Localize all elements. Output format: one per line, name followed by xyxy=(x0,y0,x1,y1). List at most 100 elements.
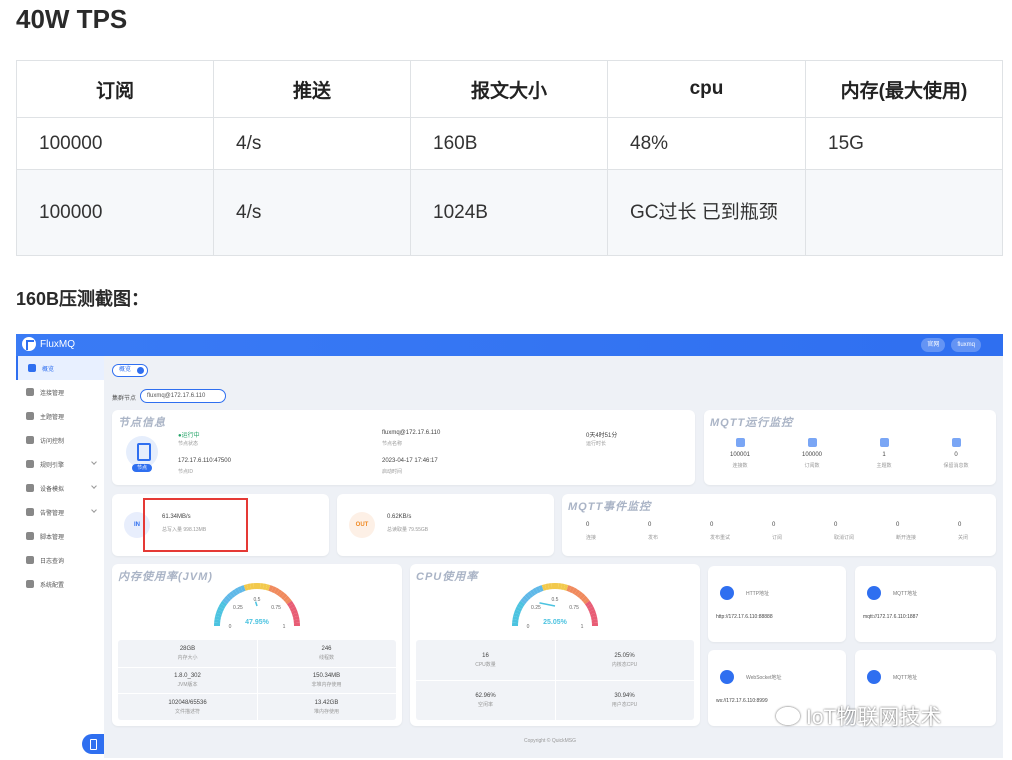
gauge-arc-segment xyxy=(214,615,222,621)
service-value: http://172.17.6.110:88888 xyxy=(716,614,773,620)
gauge-arc-segment xyxy=(291,609,298,615)
gauge-arc-segment xyxy=(589,609,596,615)
header-push: 推送 xyxy=(213,60,411,118)
gauge-arc-segment xyxy=(268,585,274,592)
stat-label: 内存大小 xyxy=(177,655,198,662)
node-info-title: 节点信息 xyxy=(118,417,166,429)
gauge-arc-segment xyxy=(512,615,520,621)
node-uptime: 0天4时51分 xyxy=(586,433,618,439)
gauge-arc-segment xyxy=(285,598,292,605)
sidebar-item-label: 规则引擎 xyxy=(40,462,65,469)
sidebar-item[interactable]: 连接管理 xyxy=(16,380,104,404)
gauge-arc-segment xyxy=(574,589,581,597)
sidebar-item-label: 告警管理 xyxy=(40,510,65,517)
gauge-arc-segment xyxy=(522,595,529,602)
node-status-label: 节点状态 xyxy=(178,441,199,447)
sidebar-item-label: 概览 xyxy=(42,366,55,373)
jvm-card: 内存使用率(JVM) 0 0.25 0.5 0.75 1 47.95% 28GB 内存大小 2… xyxy=(112,564,402,726)
table-header-row: 订阅 推送 报文大小 cpu 内存(最大使用) xyxy=(16,60,1003,118)
gauge-arc-segment xyxy=(281,593,288,600)
gauge-needle xyxy=(539,602,556,607)
sidebar-item-label: 日志查询 xyxy=(40,558,65,565)
gauge-arc-segment xyxy=(590,612,597,618)
gauge-arc-segment xyxy=(586,603,594,610)
event-value: 0 xyxy=(896,522,900,528)
gauge-arc-segment xyxy=(289,606,297,612)
sidebar-item-label: 脚本管理 xyxy=(40,534,65,541)
stat-value: 30.94% xyxy=(614,693,635,699)
menu-icon xyxy=(26,484,34,492)
http-address-card[interactable]: HTTP地址 http://172.17.6.110:88888 xyxy=(708,566,846,642)
gauge-arc-segment xyxy=(222,598,229,605)
event-value: 0 xyxy=(772,522,776,528)
watermark: IoT物联网技术 xyxy=(776,701,941,731)
sidebar-item[interactable]: 概览 xyxy=(16,356,104,380)
stat-value: 62.96% xyxy=(475,693,496,699)
header-packet-size: 报文大小 xyxy=(410,60,608,118)
stat-value: 28GB xyxy=(179,646,196,653)
stat-value: 16 xyxy=(482,653,489,659)
jvm-stats: 28GB 内存大小 246 线程数 1.8.0_302 JVM版本 150.34MB 非堆内存… xyxy=(118,640,396,720)
stat-cell: 1.8.0_302 JVM版本 xyxy=(118,673,257,688)
sidebar-item[interactable]: 访问控制 xyxy=(16,428,104,452)
gauge-arc-segment xyxy=(220,600,228,607)
cpu-title: CPU使用率 xyxy=(416,571,479,583)
stat-cell: 30.94% 用户态CPU xyxy=(555,693,694,708)
node-id-label: 节点ID xyxy=(178,469,194,475)
stat-label: 文件描述符 xyxy=(174,708,200,715)
app-name: FluxMQ xyxy=(40,338,75,350)
app-logo[interactable]: FluxMQ xyxy=(22,337,75,351)
tab-overview[interactable]: 概览 xyxy=(112,364,149,377)
gauge-arc-segment xyxy=(576,591,583,598)
table-cell: 1024B xyxy=(410,169,608,256)
service-title: HTTP地址 xyxy=(746,591,770,597)
sidebar-item[interactable]: 日志查询 xyxy=(16,548,104,572)
sidebar-item[interactable]: 规则引擎 xyxy=(16,452,104,476)
gauge-arc-segment xyxy=(535,586,541,594)
sidebar-item[interactable]: 设备模拟 xyxy=(16,476,104,500)
gauge-arc-segment xyxy=(516,603,524,610)
stat-cell: 62.96% 空闲率 xyxy=(416,693,555,708)
gauge-arc-segment xyxy=(273,587,280,595)
gauge-arc-segment xyxy=(292,612,299,618)
node-select[interactable]: fluxmq@172.17.6.110 xyxy=(140,389,226,403)
metric-icon xyxy=(808,438,817,447)
sidebar-item[interactable]: 告警管理 xyxy=(16,500,104,524)
event-label: 关闭 xyxy=(958,535,969,541)
gauge-tick-label: 0 xyxy=(527,624,530,630)
table-cell: 100000 xyxy=(16,169,214,256)
event-label: 发布 xyxy=(648,535,659,541)
event-label: 断开连接 xyxy=(896,535,917,541)
sidebar-collapse-button[interactable] xyxy=(82,734,104,754)
gauge-arc-segment xyxy=(216,609,223,615)
table-cell: 100000 xyxy=(16,117,214,170)
jvm-title: 内存使用率(JVM) xyxy=(118,571,213,583)
gauge-arc-segment xyxy=(226,593,233,600)
gauge-arc-segment xyxy=(243,584,249,591)
menu-icon xyxy=(26,532,34,540)
stat-value: 25.05% xyxy=(614,653,635,659)
mqtt-address-card[interactable]: MQTT地址 mqtt://172.17.6.110:1887 xyxy=(855,566,996,642)
fluxmq-logo-icon xyxy=(22,337,36,351)
sidebar-item[interactable]: 主题管理 xyxy=(16,404,104,428)
sidebar-item[interactable]: 脚本管理 xyxy=(16,524,104,548)
stat-cell: 28GB 内存大小 xyxy=(118,646,257,661)
gauge-arc-segment xyxy=(566,585,572,592)
user-menu-button[interactable]: fluxmq xyxy=(951,338,981,352)
menu-icon xyxy=(26,508,34,516)
gauge-arc-segment xyxy=(527,591,534,598)
menu-icon xyxy=(26,412,34,420)
stat-value: 13.42GB xyxy=(314,699,339,706)
gauge-arc-segment xyxy=(224,595,231,602)
chevron-down-icon xyxy=(91,507,97,513)
tps-table: 订阅 推送 报文大小 cpu 内存(最大使用) 100000 4/s 160B … xyxy=(16,60,1003,256)
gauge-arc-segment xyxy=(229,591,236,598)
node-badge: 节点 xyxy=(132,464,152,472)
table-cell: 48% xyxy=(607,117,806,170)
event-label: 取消订阅 xyxy=(834,535,855,541)
sidebar-item[interactable]: 系统配置 xyxy=(16,572,104,596)
website-button[interactable]: 官网 xyxy=(921,338,946,352)
gauge-tick-label: 0.25 xyxy=(531,605,541,611)
gauge-tick-label: 0.5 xyxy=(552,597,559,603)
footer-copyright: Copyright © QuickMSG xyxy=(524,738,577,744)
